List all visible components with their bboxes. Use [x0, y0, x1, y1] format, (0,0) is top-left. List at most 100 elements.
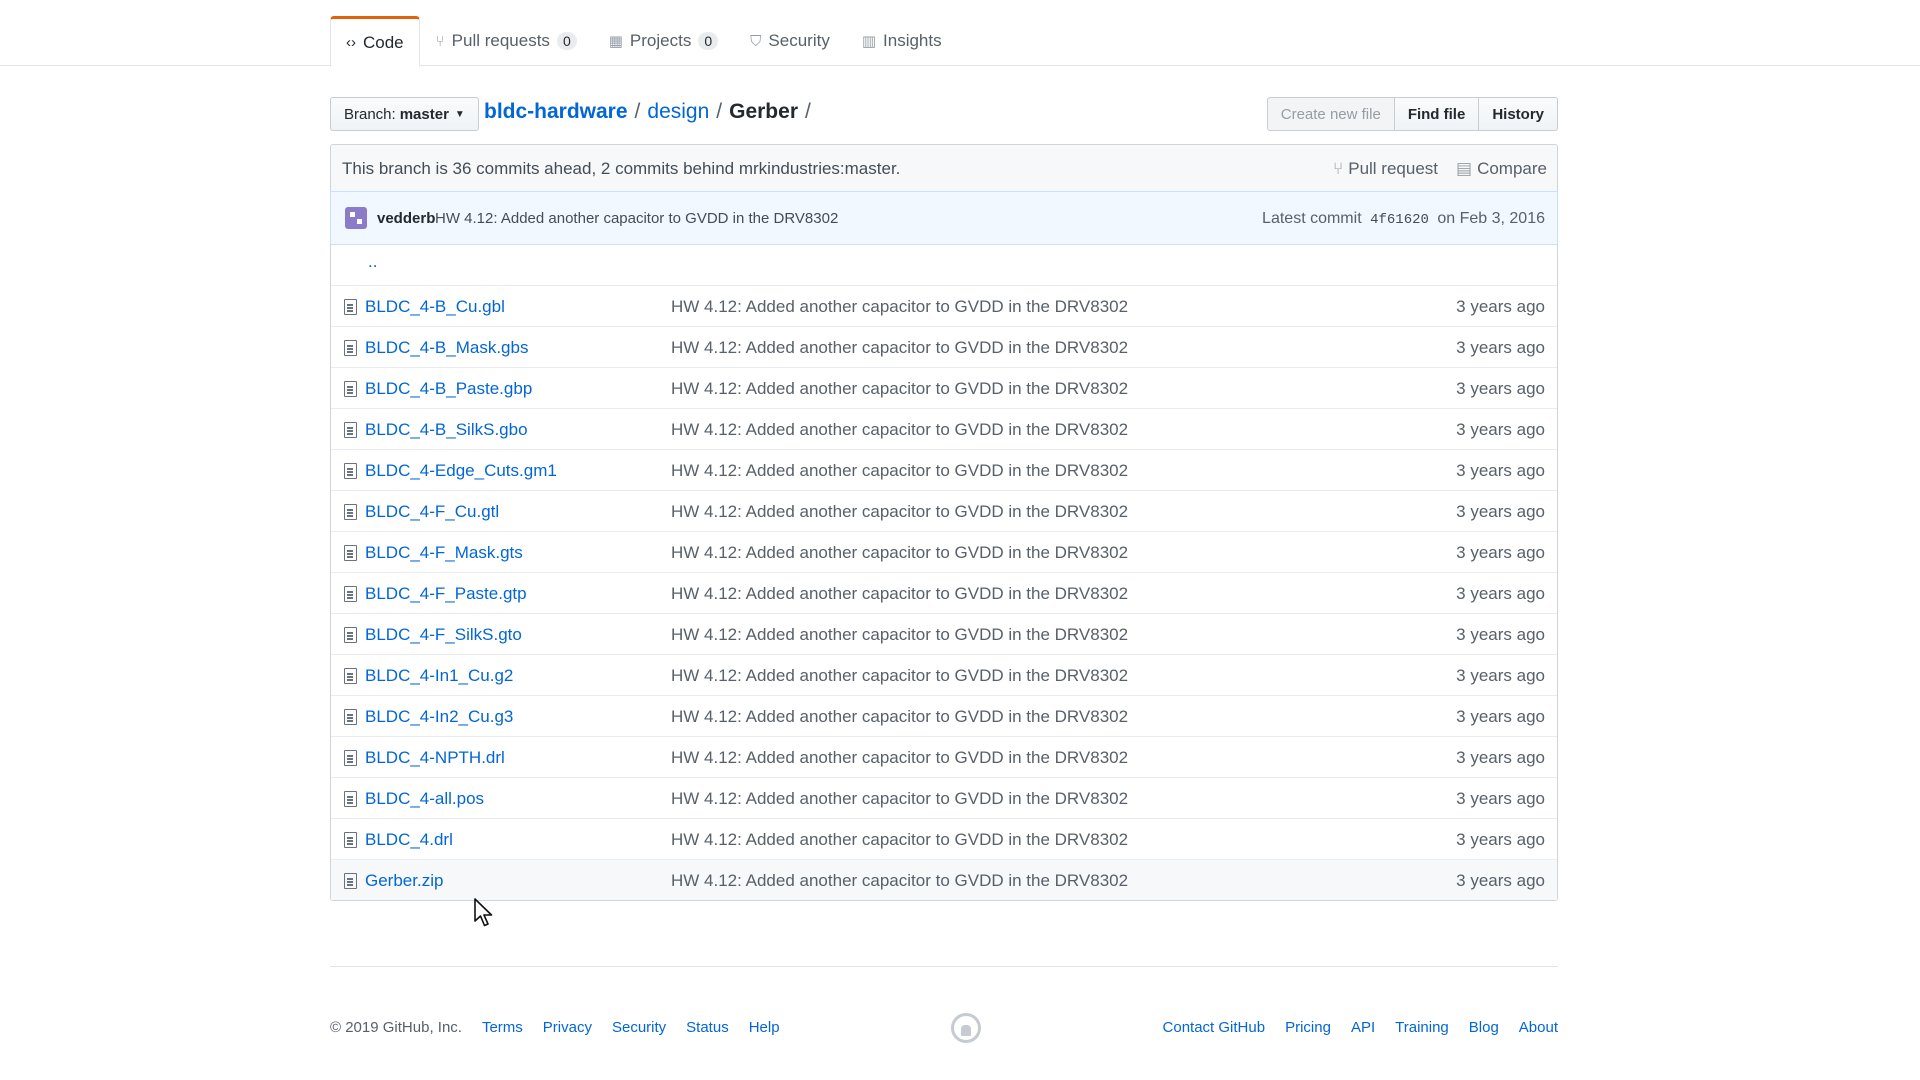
- file-name-link[interactable]: BLDC_4-Edge_Cuts.gm1: [365, 461, 557, 481]
- footer-left-links: © 2019 GitHub, Inc. Terms Privacy Security…: [330, 1019, 800, 1036]
- footer-link-item: Help: [749, 1019, 780, 1036]
- file-icon: [344, 381, 357, 397]
- file-icon: [344, 422, 357, 438]
- table-row: BLDC_4-In2_Cu.g3 HW 4.12: Added another c…: [331, 695, 1557, 736]
- breadcrumb-design-link[interactable]: design: [647, 100, 709, 124]
- parent-directory-link[interactable]: ..: [368, 252, 377, 272]
- footer-link-status[interactable]: Status: [686, 1019, 729, 1036]
- file-commit-message-link[interactable]: HW 4.12: Added another capacitor to GVDD…: [671, 830, 1128, 850]
- footer-right-links: Contact GitHub Pricing API Training Blog Abou…: [1143, 1019, 1558, 1036]
- table-row: BLDC_4-all.pos HW 4.12: Added another cap…: [331, 777, 1557, 818]
- footer-link-help[interactable]: Help: [749, 1019, 780, 1036]
- find-file-button[interactable]: Find file: [1393, 97, 1480, 131]
- commit-message[interactable]: HW 4.12: Added another capacitor to GVDD…: [435, 210, 838, 227]
- breadcrumb-current: Gerber: [729, 100, 798, 123]
- file-name-link[interactable]: BLDC_4-F_Mask.gts: [365, 543, 523, 563]
- file-commit-message-link[interactable]: HW 4.12: Added another capacitor to GVDD…: [671, 338, 1128, 358]
- table-row: BLDC_4-B_SilkS.gbo HW 4.12: Added another…: [331, 408, 1557, 449]
- branch-infobar: This branch is 36 commits ahead, 2 commi…: [330, 144, 1558, 192]
- file-commit-message-link[interactable]: HW 4.12: Added another capacitor to GVDD…: [671, 666, 1128, 686]
- file-icon: [344, 873, 357, 889]
- footer-link-terms[interactable]: Terms: [482, 1019, 523, 1036]
- footer-link-about[interactable]: About: [1519, 1019, 1558, 1036]
- file-name-link[interactable]: BLDC_4-B_SilkS.gbo: [365, 420, 528, 440]
- compare-link[interactable]: ▤ Compare: [1456, 159, 1547, 179]
- tab-pull-requests[interactable]: ⑂ Pull requests 0: [420, 16, 593, 66]
- shield-icon: ⛉: [750, 32, 762, 50]
- file-commit-message-link[interactable]: HW 4.12: Added another capacitor to GVDD…: [671, 707, 1128, 727]
- file-commit-message-link[interactable]: HW 4.12: Added another capacitor to GVDD…: [671, 420, 1128, 440]
- file-commit-message-link[interactable]: HW 4.12: Added another capacitor to GVDD…: [671, 502, 1128, 522]
- branch-select-button[interactable]: Branch: master ▼: [330, 97, 479, 131]
- footer-link-api[interactable]: API: [1351, 1019, 1375, 1036]
- file-commit-message-link[interactable]: HW 4.12: Added another capacitor to GVDD…: [671, 543, 1128, 563]
- pull-request-link[interactable]: ⑂ Pull request: [1333, 159, 1438, 179]
- latest-commit-label: Latest commit: [1262, 210, 1362, 227]
- tab-insights[interactable]: ▥ Insights: [846, 16, 958, 66]
- file-icon: [344, 627, 357, 643]
- avatar[interactable]: [345, 207, 367, 229]
- file-name-link[interactable]: BLDC_4-In2_Cu.g3: [365, 707, 513, 727]
- table-row: BLDC_4-B_Cu.gbl HW 4.12: Added another ca…: [331, 285, 1557, 326]
- footer-link-contact-github[interactable]: Contact GitHub: [1163, 1019, 1266, 1036]
- file-name-link[interactable]: BLDC_4-F_Paste.gtp: [365, 584, 527, 604]
- file-name-link[interactable]: BLDC_4.drl: [365, 830, 453, 850]
- file-icon: [344, 668, 357, 684]
- branch-name: master: [399, 105, 449, 123]
- file-name-link[interactable]: BLDC_4-all.pos: [365, 789, 484, 809]
- footer-link-item: Pricing: [1285, 1019, 1331, 1036]
- file-icon: [344, 586, 357, 602]
- file-age: 3 years ago: [1456, 338, 1545, 357]
- tab-label: Code: [363, 32, 404, 52]
- file-age: 3 years ago: [1456, 871, 1545, 890]
- file-name-link[interactable]: BLDC_4-F_Cu.gtl: [365, 502, 499, 522]
- file-commit-message-link[interactable]: HW 4.12: Added another capacitor to GVDD…: [671, 379, 1128, 399]
- file-icon: [344, 832, 357, 848]
- file-icon: [344, 791, 357, 807]
- footer-link-privacy[interactable]: Privacy: [543, 1019, 592, 1036]
- tab-projects[interactable]: ▦ Projects 0: [593, 16, 734, 66]
- file-commit-message-link[interactable]: HW 4.12: Added another capacitor to GVDD…: [671, 297, 1128, 317]
- branch-status-message: This branch is 36 commits ahead, 2 commi…: [342, 159, 901, 178]
- breadcrumb-separator: /: [805, 100, 811, 123]
- github-mark-icon[interactable]: [951, 1013, 981, 1043]
- file-commit-message-link[interactable]: HW 4.12: Added another capacitor to GVDD…: [671, 625, 1128, 645]
- file-name-link[interactable]: BLDC_4-F_SilkS.gto: [365, 625, 522, 645]
- file-commit-message-link[interactable]: HW 4.12: Added another capacitor to GVDD…: [671, 584, 1128, 604]
- file-name-link[interactable]: BLDC_4-B_Paste.gbp: [365, 379, 532, 399]
- file-commit-message-link[interactable]: HW 4.12: Added another capacitor to GVDD…: [671, 748, 1128, 768]
- file-name-link[interactable]: BLDC_4-NPTH.drl: [365, 748, 505, 768]
- file-commit-message-link[interactable]: HW 4.12: Added another capacitor to GVDD…: [671, 461, 1128, 481]
- file-name-link[interactable]: BLDC_4-B_Mask.gbs: [365, 338, 528, 358]
- file-age: 3 years ago: [1456, 830, 1545, 849]
- commit-sha-link[interactable]: 4f61620: [1370, 212, 1429, 228]
- breadcrumb: bldc-hardware / design / Gerber /: [484, 100, 818, 124]
- commit-date: on Feb 3, 2016: [1437, 210, 1545, 227]
- footer-link-security[interactable]: Security: [612, 1019, 666, 1036]
- create-new-file-button[interactable]: Create new file: [1266, 97, 1395, 131]
- footer-link-blog[interactable]: Blog: [1469, 1019, 1499, 1036]
- commit-author-link[interactable]: vedderb: [377, 210, 435, 227]
- pull-request-icon: ⑂: [435, 32, 445, 50]
- repo-nav: ‹› Code ⑂ Pull requests 0 ▦ Projects 0 ⛉…: [0, 0, 1920, 67]
- history-button[interactable]: History: [1478, 97, 1558, 131]
- breadcrumb-repo-link[interactable]: bldc-hardware: [484, 100, 628, 124]
- tab-code[interactable]: ‹› Code: [330, 16, 420, 67]
- file-name-link[interactable]: BLDC_4-B_Cu.gbl: [365, 297, 505, 317]
- file-age: 3 years ago: [1456, 789, 1545, 808]
- file-commit-message-link[interactable]: HW 4.12: Added another capacitor to GVDD…: [671, 871, 1128, 891]
- file-commit-message-link[interactable]: HW 4.12: Added another capacitor to GVDD…: [671, 789, 1128, 809]
- footer-link-training[interactable]: Training: [1395, 1019, 1449, 1036]
- file-name-link[interactable]: BLDC_4-In1_Cu.g2: [365, 666, 513, 686]
- footer-link-pricing[interactable]: Pricing: [1285, 1019, 1331, 1036]
- file-name-link[interactable]: Gerber.zip: [365, 871, 443, 891]
- footer: © 2019 GitHub, Inc. Terms Privacy Security…: [330, 1013, 1558, 1043]
- table-row: BLDC_4-B_Mask.gbs HW 4.12: Added another …: [331, 326, 1557, 367]
- file-icon: [344, 545, 357, 561]
- tab-security[interactable]: ⛉ Security: [734, 16, 846, 66]
- footer-link-item: Status: [686, 1019, 729, 1036]
- file-icon: [344, 340, 357, 356]
- breadcrumb-separator: /: [716, 100, 723, 123]
- table-row: BLDC_4-F_Cu.gtl HW 4.12: Added another ca…: [331, 490, 1557, 531]
- table-row: BLDC_4-F_Paste.gtp HW 4.12: Added another…: [331, 572, 1557, 613]
